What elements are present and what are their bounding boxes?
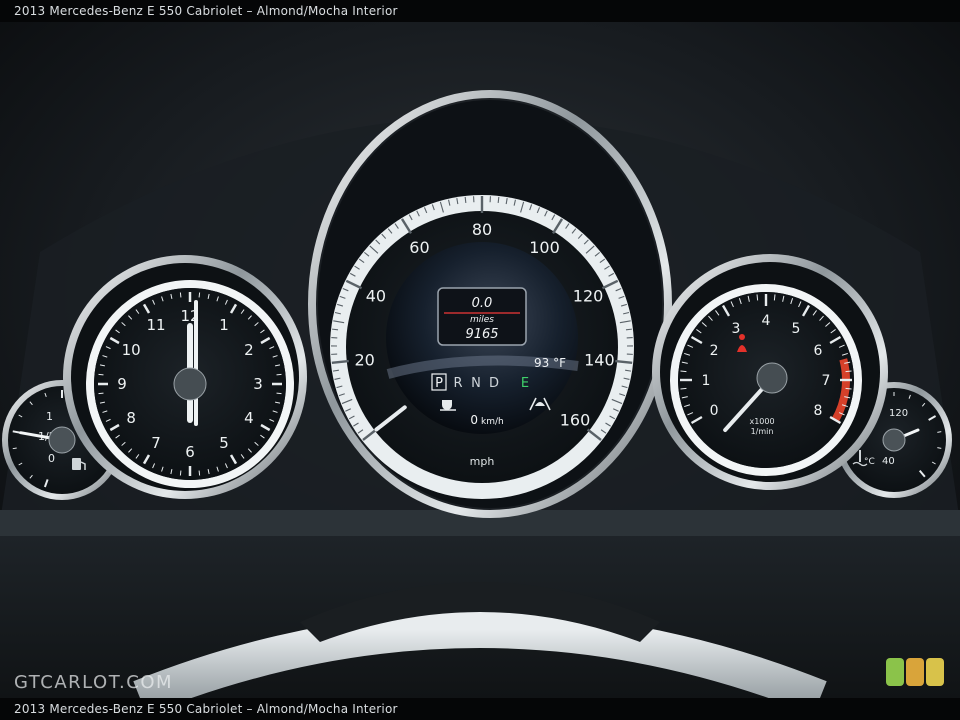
clock-tick [276,392,282,395]
analog-clock: 121234567891011 [63,255,307,499]
clock-tick [98,392,104,395]
clock-hub [173,367,207,401]
tachometer-numeral: 0 [710,403,719,419]
temp-label-low: 40 [882,456,895,467]
caption-top: 2013 Mercedes-Benz E 550 Cabriolet – Alm… [0,0,960,22]
speedometer-numeral: 140 [584,350,615,369]
badge-green [886,658,904,686]
tachometer-numeral: 5 [792,321,801,337]
tach-unit-line2: 1/min [751,427,774,436]
clock-numeral: 8 [126,409,136,427]
clock-tick [276,373,282,376]
speedometer-numeral: 20 [354,350,374,369]
tachometer-numeral: 8 [814,403,823,419]
clock-tick [198,470,201,476]
tachometer: 0 1 23 4 56 7 8 x1000 1/min [652,254,888,490]
tachometer-tick [845,387,852,390]
tach-unit-line1: x1000 [749,417,774,426]
tachometer-numeral: 3 [732,321,741,337]
gear-n: N [471,376,481,391]
tachometer-numeral: 1 [702,373,711,389]
speedometer-numeral: 100 [529,238,560,257]
caption-bottom: 2013 Mercedes-Benz E 550 Cabriolet – Alm… [0,698,960,720]
speed-unit-label: mph [470,455,495,468]
odometer-value: 9165 [465,327,498,342]
fuel-hub [48,426,76,454]
temp-label-high: 120 [889,408,908,419]
speedometer-tick [497,196,500,203]
tachometer-hub [756,362,788,394]
clock-numeral: 4 [244,409,254,427]
temp-tick [937,447,942,449]
clock-tick [179,292,182,298]
clock-tick [198,292,201,298]
tachometer-tick [845,370,852,373]
badge-yellow [926,658,944,686]
tachometer-tick [680,387,687,390]
temp-hub [882,428,906,452]
tachometer-numeral: 4 [762,313,771,329]
speed-readout: 0 [470,413,478,427]
clock-numeral: 7 [151,434,161,452]
cluster-svg: 1/2 0 1 121234567891011 2040608010012014… [0,22,960,698]
clock-tick [98,373,104,376]
speedometer-tick [331,328,339,331]
tachometer-tick [756,294,759,301]
speedometer-numeral: 40 [366,286,386,305]
outside-temperature: 93 °F [534,356,566,370]
trip-unit: miles [470,315,494,325]
tachometer-numeral: 2 [710,343,719,359]
clock-tick [179,470,182,476]
clock-numeral: 10 [122,341,141,359]
speedometer-numeral: 80 [472,220,492,239]
trip-value: 0.0 [472,296,493,311]
eco-indicator: E [521,376,529,391]
speed-readout-unit: km/h [481,417,504,427]
gear-r: R [453,376,462,391]
fuel-label-full: 1 [46,410,53,423]
clock-numeral: 6 [185,443,195,461]
speedometer-numeral: 120 [573,286,604,305]
speedometer-tick [464,196,467,203]
clock-numeral: 11 [146,316,165,334]
clock-numeral: 2 [244,341,254,359]
tachometer-tick [680,370,687,373]
gear-p: P [435,376,443,391]
tachometer-numeral: 6 [814,343,823,359]
clock-numeral: 3 [253,375,263,393]
fuel-label-empty: 0 [48,452,55,465]
watermark-logo: GTCARLOT.COM [14,672,174,693]
fuel-tick [12,447,17,450]
speedometer: 20406080100120140160 mph 0.0 miles 9165 … [308,90,672,518]
clock-numeral: 9 [117,375,127,393]
speedometer-tick [625,328,633,331]
tachometer-tick [773,294,776,301]
tachometer-numeral: 7 [822,373,831,389]
badge-orange [906,658,924,686]
speedometer-numeral: 60 [409,238,429,257]
temp-tick [937,431,942,433]
clock-numeral: 5 [219,434,229,452]
clock-numeral: 1 [219,316,229,334]
instrument-cluster-photo: 1/2 0 1 121234567891011 2040608010012014… [0,22,960,698]
speedometer-numeral: 160 [560,411,591,430]
gear-d: D [489,376,499,391]
